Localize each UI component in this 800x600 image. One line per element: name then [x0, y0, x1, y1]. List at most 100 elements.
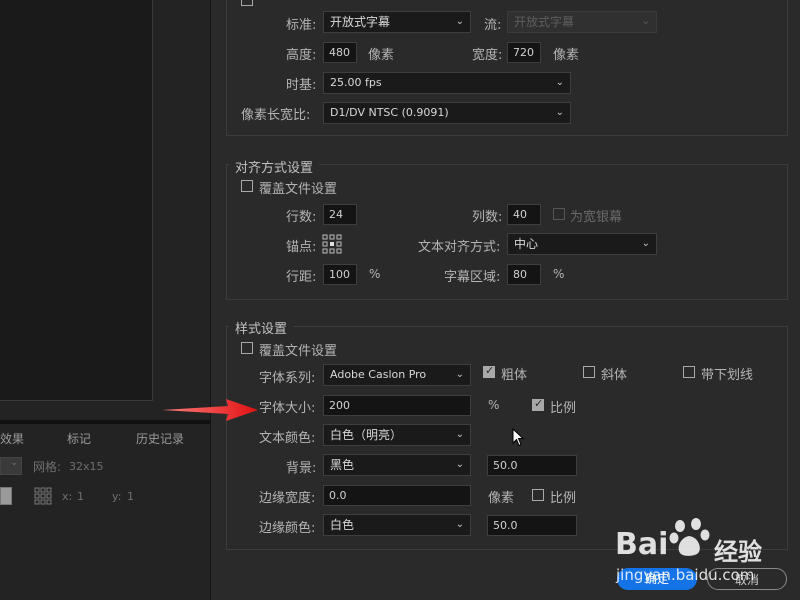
caption-area-unit: %: [553, 267, 565, 281]
y-label: y:: [112, 490, 122, 503]
height-input[interactable]: 480: [323, 42, 357, 63]
stream-select: 开放式字幕 ⌄: [507, 11, 657, 33]
x-value: 1: [77, 490, 84, 503]
mouse-cursor-icon: [512, 428, 525, 447]
grid-value: 32x15: [69, 460, 104, 473]
standard-select[interactable]: 开放式字幕 ⌄: [323, 11, 471, 33]
proportional-checkbox[interactable]: [532, 397, 544, 411]
chevron-down-icon: ⌄: [455, 519, 464, 530]
video-override-checkbox[interactable]: [241, 0, 253, 6]
text-color-value: 白色（明亮）: [330, 428, 403, 442]
par-value: D1/DV NTSC (0.9091): [330, 106, 449, 119]
text-color-select[interactable]: 白色（明亮） ⌄: [323, 424, 471, 446]
edge-color-select[interactable]: 白色 ⌄: [323, 514, 471, 536]
edge-width-input[interactable]: 0.0: [323, 485, 471, 506]
alignment-override-checkbox[interactable]: [241, 180, 253, 192]
y-value: 1: [127, 490, 134, 503]
timebase-select[interactable]: 25.00 fps ⌄: [323, 72, 571, 94]
line-spacing-unit: %: [369, 267, 381, 281]
anchor-grid-icon[interactable]: [322, 234, 342, 254]
alignment-override-label: 覆盖文件设置: [259, 182, 338, 197]
bold-label: 粗体: [501, 368, 528, 383]
cols-input[interactable]: 40: [507, 204, 541, 225]
x-label: x:: [62, 490, 73, 503]
chevron-down-icon: ⌄: [455, 369, 464, 380]
edge-opacity-input[interactable]: 50.0: [487, 515, 577, 536]
underline-checkbox[interactable]: [683, 366, 695, 378]
height-unit: 像素: [368, 48, 395, 63]
widescreen-label: 为宽银幕: [570, 210, 623, 225]
chevron-down-icon: ⌄: [641, 238, 650, 249]
watermark-url: jingyan.baidu.com: [616, 566, 755, 584]
line-spacing-label: 行距:: [286, 270, 317, 285]
preview-monitor: [0, 0, 153, 401]
annotation-arrow-icon: [162, 399, 258, 421]
standard-label: 标准:: [286, 18, 317, 33]
text-color-label: 文本颜色:: [259, 431, 316, 446]
italic-label: 斜体: [601, 368, 628, 383]
edge-color-value: 白色: [330, 518, 355, 532]
italic-checkbox[interactable]: [583, 366, 595, 378]
tab-effects[interactable]: 效果: [0, 430, 24, 447]
font-size-unit: %: [488, 398, 500, 412]
par-label: 像素长宽比:: [241, 108, 311, 123]
standard-value: 开放式字幕: [330, 15, 391, 29]
watermark-suffix: 经验: [714, 538, 762, 566]
grid-anchor-icon[interactable]: [34, 487, 52, 505]
rows-label: 行数:: [286, 210, 317, 225]
tab-markers[interactable]: 标记: [67, 430, 91, 447]
tab-history[interactable]: 历史记录: [136, 430, 184, 447]
font-size-label: 字体大小:: [259, 401, 316, 416]
background-value: 黑色: [330, 458, 355, 472]
proportional-label: 比例: [550, 401, 577, 416]
color-swatch[interactable]: [0, 487, 12, 505]
chevron-down-icon: ⌄: [455, 459, 464, 470]
chevron-down-icon: ⌄: [555, 107, 564, 118]
font-family-select[interactable]: Adobe Caslon Pro ⌄: [323, 364, 471, 386]
grid-dropdown[interactable]: ⌄: [0, 457, 22, 475]
rows-input[interactable]: 24: [323, 204, 357, 225]
height-label: 高度:: [286, 48, 317, 63]
width-label: 宽度:: [472, 48, 503, 63]
stream-value: 开放式字幕: [514, 15, 575, 29]
style-settings-title: 样式设置: [229, 318, 294, 337]
lower-panel: [0, 424, 210, 600]
watermark-brand: Bai: [615, 527, 669, 562]
style-override-checkbox[interactable]: [241, 342, 253, 354]
stream-label: 流:: [484, 18, 502, 33]
text-align-label: 文本对齐方式:: [418, 240, 501, 255]
chevron-down-icon: ⌄: [455, 429, 464, 440]
edge-width-label: 边缘宽度:: [259, 491, 316, 506]
chevron-down-icon: ⌄: [455, 16, 464, 27]
chevron-down-icon: ⌄: [641, 16, 650, 27]
font-family-value: Adobe Caslon Pro: [330, 368, 427, 381]
background-label: 背景:: [286, 461, 317, 476]
timebase-value: 25.00 fps: [330, 76, 382, 89]
background-select[interactable]: 黑色 ⌄: [323, 454, 471, 476]
cols-label: 列数:: [472, 210, 503, 225]
underline-label: 带下划线: [701, 368, 754, 383]
timebase-label: 时基:: [286, 78, 317, 93]
font-family-label: 字体系列:: [259, 371, 316, 386]
caption-area-input[interactable]: 80: [507, 264, 541, 285]
text-align-value: 中心: [514, 237, 539, 251]
caption-area-label: 字幕区域:: [444, 270, 501, 285]
alignment-settings-title: 对齐方式设置: [229, 157, 320, 176]
anchor-label: 锚点:: [286, 240, 317, 255]
background-opacity-input[interactable]: 50.0: [487, 455, 577, 476]
edge-color-label: 边缘颜色:: [259, 521, 316, 536]
edge-proportional-checkbox[interactable]: [532, 489, 544, 501]
paw-icon: [669, 518, 710, 556]
edge-width-unit: 像素: [488, 491, 515, 506]
width-input[interactable]: 720: [507, 42, 541, 63]
line-spacing-input[interactable]: 100: [323, 264, 357, 285]
par-select[interactable]: D1/DV NTSC (0.9091) ⌄: [323, 102, 571, 124]
width-unit: 像素: [553, 48, 580, 63]
grid-label: 网格:: [33, 460, 62, 474]
style-override-label: 覆盖文件设置: [259, 344, 338, 359]
text-align-select[interactable]: 中心 ⌄: [507, 233, 657, 255]
edge-proportional-label: 比例: [550, 491, 577, 506]
baidu-watermark: Bai 经验 jingyan.baidu.com: [612, 510, 800, 600]
font-size-input[interactable]: 200: [323, 395, 471, 416]
bold-checkbox[interactable]: [483, 364, 495, 378]
